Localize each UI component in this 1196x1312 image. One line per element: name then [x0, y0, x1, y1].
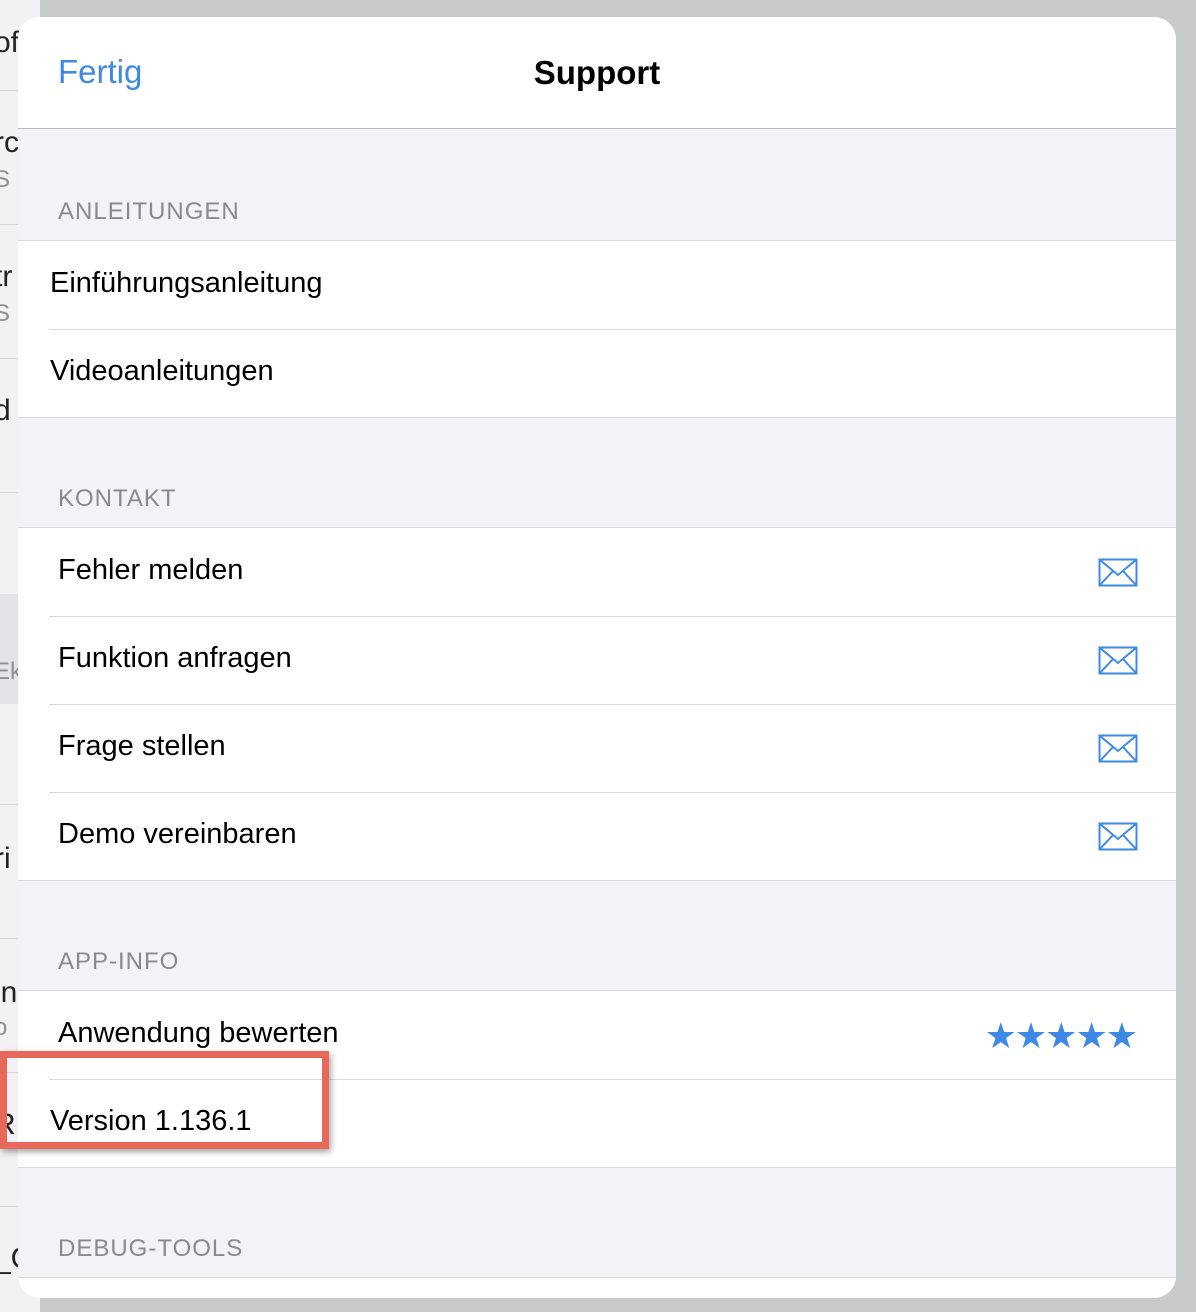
- navigation-bar: Fertig Support: [18, 17, 1176, 129]
- list-item-label: Einführungsanleitung: [50, 267, 323, 299]
- list-item-label: Demo vereinbaren: [58, 818, 297, 850]
- star-rating-icon: ★★★★★: [984, 1015, 1138, 1056]
- list-item-label: Fehler melden: [58, 554, 244, 586]
- guides-list: Einführungsanleitung Videoanleitungen: [18, 240, 1176, 418]
- list-item-label: Frage stellen: [58, 730, 226, 762]
- list-item-label: Videoanleitungen: [50, 355, 274, 387]
- debug-tools-list: [18, 1277, 1176, 1298]
- mail-icon: [1098, 822, 1138, 851]
- list-item-ask-question[interactable]: Frage stellen: [18, 704, 1176, 792]
- list-item-report-bug[interactable]: Fehler melden: [18, 528, 1176, 616]
- list-item-schedule-demo[interactable]: Demo vereinbaren: [18, 792, 1176, 880]
- list-item-label: Anwendung bewerten: [58, 1017, 339, 1049]
- mail-icon: [1098, 646, 1138, 675]
- contact-list: Fehler melden Funktion anfragen Frage st…: [18, 527, 1176, 881]
- support-sheet: Fertig Support ANLEITUNGEN Einführungsan…: [18, 17, 1176, 1298]
- page-title: Support: [533, 54, 661, 91]
- list-item-intro-guide[interactable]: Einführungsanleitung: [18, 241, 1176, 329]
- app-info-list: Anwendung bewerten ★★★★★ Version 1.136.1: [18, 990, 1176, 1168]
- mail-icon: [1098, 558, 1138, 587]
- section-header-debug-tools: DEBUG-TOOLS: [58, 1235, 244, 1262]
- section-header-contact: KONTAKT: [58, 485, 177, 512]
- list-item-label: Funktion anfragen: [58, 642, 292, 674]
- version-label: Version 1.136.1: [50, 1105, 252, 1137]
- section-header-guides: ANLEITUNGEN: [58, 198, 240, 225]
- list-item-rate-app[interactable]: Anwendung bewerten ★★★★★: [18, 991, 1176, 1079]
- section-header-app-info: APP-INFO: [58, 948, 180, 975]
- list-item-version: Version 1.136.1: [18, 1079, 1176, 1167]
- list-item-video-guides[interactable]: Videoanleitungen: [18, 329, 1176, 417]
- mail-icon: [1098, 734, 1138, 763]
- list-item-request-feature[interactable]: Funktion anfragen: [18, 616, 1176, 704]
